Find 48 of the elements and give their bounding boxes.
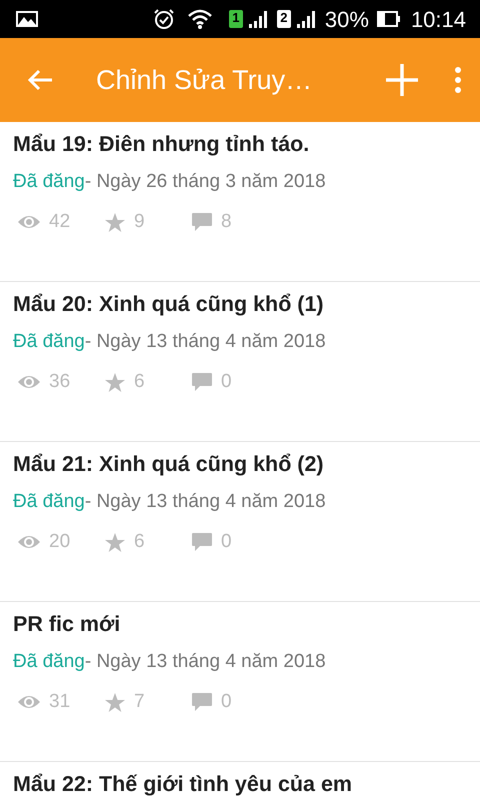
star-icon	[104, 692, 126, 712]
battery-level: 30%	[324, 6, 369, 34]
image-icon	[16, 11, 38, 27]
add-button[interactable]	[384, 62, 420, 98]
vote-count: 7	[134, 690, 145, 714]
comment-icon	[191, 212, 213, 232]
part-title: Mẩu 19: Điên nhưng tỉnh táo.	[13, 131, 310, 158]
vote-count: 9	[134, 210, 145, 234]
star-icon	[104, 372, 126, 392]
screen-title: Chỉnh Sửa Truy…	[96, 64, 314, 97]
view-count: 42	[49, 210, 70, 234]
publish-info: Đã đăng- Ngày 13 tháng 4 năm 2018	[13, 650, 327, 674]
vote-count: 6	[134, 530, 145, 554]
sim-icon: 2	[276, 10, 291, 28]
comment-icon	[191, 532, 213, 552]
view-count: 31	[49, 690, 70, 714]
back-button[interactable]	[26, 68, 54, 92]
vote-count: 6	[134, 370, 145, 394]
comment-icon	[191, 692, 213, 712]
part-title: PR fic mới	[13, 611, 122, 638]
more-menu-button[interactable]	[454, 66, 462, 94]
story-part-item[interactable]: Mẩu 22: Thế giới tình yêu của em	[0, 762, 480, 798]
story-part-item[interactable]: Mẩu 21: Xinh quá cũng khổ (2) Đã đăng- Ngày 13 tháng 4 năm 2018 20 6 0	[0, 442, 480, 602]
story-part-item[interactable]: Mẩu 19: Điên nhưng tỉnh táo. Đã đăng- Ngày 26 tháng 3 năm 2018 42 9 8	[0, 122, 480, 282]
publish-info: Đã đăng- Ngày 26 tháng 3 năm 2018	[13, 170, 327, 194]
story-part-item[interactable]: Mẩu 20: Xinh quá cũng khổ (1) Đã đăng- Ngày 13 tháng 4 năm 2018 36 6 0	[0, 282, 480, 442]
view-count: 20	[49, 530, 70, 554]
part-title: Mẩu 20: Xinh quá cũng khổ (1)	[13, 291, 325, 318]
story-part-item[interactable]: PR fic mới Đã đăng- Ngày 13 tháng 4 năm 2018 31 7 0	[0, 602, 480, 762]
publish-info: Đã đăng- Ngày 13 tháng 4 năm 2018	[13, 490, 327, 514]
alarm-icon	[152, 8, 175, 30]
comment-count: 0	[221, 690, 232, 714]
star-icon	[104, 212, 126, 232]
part-title: Mẩu 21: Xinh quá cũng khổ (2)	[13, 451, 325, 478]
part-title: Mẩu 22: Thế giới tình yêu của em	[13, 771, 354, 798]
comment-icon	[191, 372, 213, 392]
comment-count: 0	[221, 370, 232, 394]
signal-icon	[248, 10, 267, 28]
signal-icon	[296, 10, 315, 28]
sim-icon: 1	[228, 10, 243, 28]
battery-icon	[376, 11, 401, 27]
comment-count: 8	[221, 210, 232, 234]
wifi-icon	[186, 9, 213, 29]
comment-count: 0	[221, 530, 232, 554]
clock: 10:14	[410, 6, 466, 34]
view-count: 36	[49, 370, 70, 394]
star-icon	[104, 532, 126, 552]
publish-info: Đã đăng- Ngày 13 tháng 4 năm 2018	[13, 330, 327, 354]
